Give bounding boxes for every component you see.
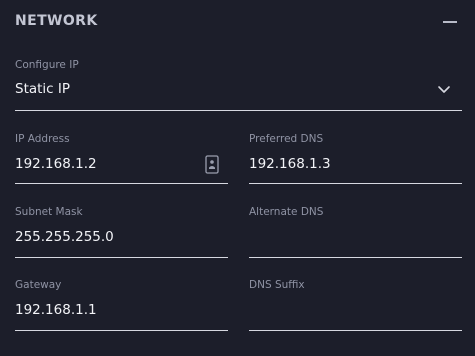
- gateway-underline: [15, 330, 228, 331]
- collapse-button[interactable]: [442, 12, 458, 30]
- ip-address-label: IP Address: [15, 133, 70, 145]
- alternate-dns-label: Alternate DNS: [249, 206, 324, 218]
- gateway-label: Gateway: [15, 279, 62, 291]
- subnet-mask-underline: [15, 257, 228, 258]
- gateway-field[interactable]: 192.168.1.1: [15, 298, 228, 328]
- ip-address-field[interactable]: 192.168.1.2: [15, 152, 228, 182]
- dns-suffix-label: DNS Suffix: [249, 279, 305, 291]
- contact-card-icon[interactable]: [205, 155, 219, 174]
- preferred-dns-field[interactable]: 192.168.1.3: [249, 152, 462, 182]
- preferred-dns-value: 192.168.1.3: [249, 156, 331, 172]
- gateway-value: 192.168.1.1: [15, 302, 97, 318]
- subnet-mask-label: Subnet Mask: [15, 206, 83, 218]
- configure-ip-underline: [15, 110, 462, 111]
- preferred-dns-underline: [249, 183, 462, 184]
- dns-suffix-underline: [249, 330, 462, 331]
- dns-suffix-field[interactable]: [249, 298, 462, 328]
- configure-ip-select[interactable]: Static IP: [15, 80, 462, 110]
- alternate-dns-field[interactable]: [249, 225, 462, 255]
- configure-ip-label: Configure IP: [15, 59, 79, 71]
- subnet-mask-field[interactable]: 255.255.255.0: [15, 225, 228, 255]
- network-panel: NETWORK Configure IP Static IP IP Addres…: [0, 0, 475, 356]
- minus-icon: [443, 21, 457, 23]
- configure-ip-value: Static IP: [15, 81, 71, 97]
- preferred-dns-label: Preferred DNS: [249, 133, 324, 145]
- ip-address-value: 192.168.1.2: [15, 156, 97, 172]
- subnet-mask-value: 255.255.255.0: [15, 229, 114, 245]
- ip-address-underline: [15, 183, 228, 184]
- section-title: NETWORK: [15, 13, 98, 29]
- chevron-down-icon: [438, 86, 450, 93]
- alternate-dns-underline: [249, 257, 462, 258]
